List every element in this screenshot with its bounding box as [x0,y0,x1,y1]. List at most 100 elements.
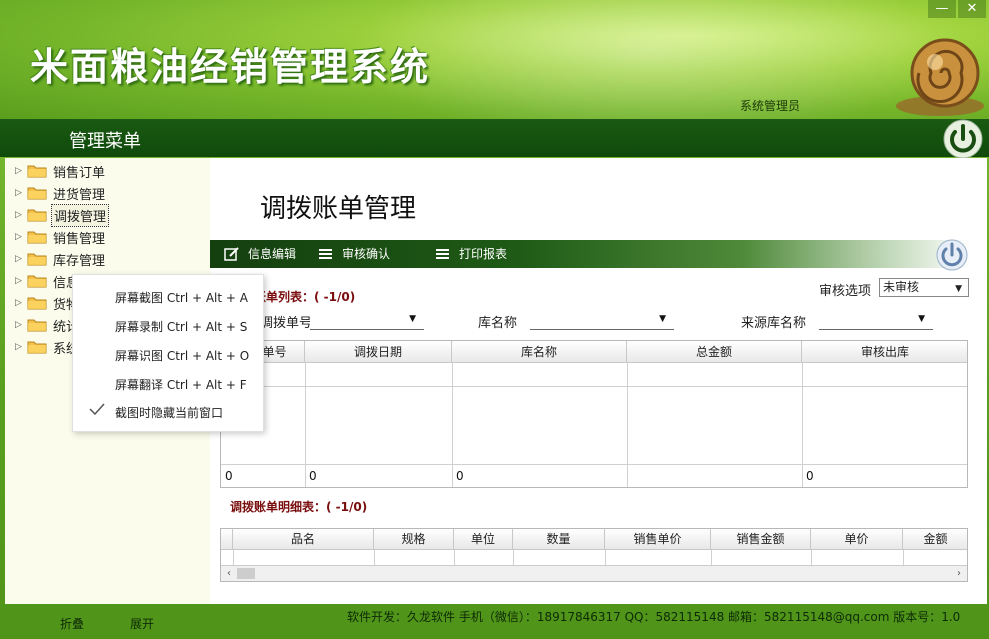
row-header-cell [221,529,233,550]
folder-icon [27,231,47,244]
print-report-button[interactable]: 打印报表 [435,245,507,262]
menu-title: 管理菜单 [69,131,141,152]
column-header[interactable]: 金额 [903,529,968,550]
column-header[interactable]: 审核出库 [802,341,968,363]
page-title: 调拨账单管理 [260,194,417,224]
audit-confirm-button[interactable]: 审核确认 [318,245,390,262]
expand-arrow-icon[interactable]: ▷ [15,166,27,176]
collapse-button[interactable]: 折叠 [60,615,84,632]
tree-item-sales[interactable]: ▷ 销售管理 [15,226,107,248]
column-divider [454,550,455,565]
store-label: 库名称 [478,316,518,331]
column-divider [374,550,375,565]
menu-item-screen-ocr[interactable]: 屏幕识图 Ctrl + Alt + O [115,347,249,364]
bill-list-grid[interactable]: 调拨单号 调拨日期 库名称 总金额 审核出库 0 0 0 0 [220,340,968,488]
source-store-label: 来源库名称 [741,316,807,331]
column-divider [452,363,453,487]
folder-icon [27,319,47,332]
context-menu: 屏幕截图 Ctrl + Alt + A 屏幕录制 Ctrl + Alt + S … [72,274,264,432]
column-header[interactable]: 调拨日期 [305,341,452,363]
tree-item-inventory[interactable]: ▷ 库存管理 [15,248,107,270]
folder-icon [27,341,47,354]
menu-item-hide-window[interactable]: 截图时隐藏当前窗口 [115,404,223,421]
horizontal-scrollbar[interactable]: ‹ › [221,565,967,581]
chevron-down-icon: ▼ [918,314,925,324]
menu-item-screen-record[interactable]: 屏幕录制 Ctrl + Alt + S [115,318,247,335]
current-user: 系统管理员 [740,99,801,113]
expand-arrow-icon[interactable]: ▷ [15,210,27,220]
column-divider [233,550,234,565]
menu-item-screen-translate[interactable]: 屏幕翻译 Ctrl + Alt + F [115,376,247,393]
folder-icon [27,187,47,200]
expand-arrow-icon[interactable]: ▷ [15,254,27,264]
column-header[interactable]: 总金额 [627,341,802,363]
tree-item-sales-order[interactable]: ▷ 销售订单 [15,160,107,182]
tree-item-purchase[interactable]: ▷ 进货管理 [15,182,107,204]
audit-option-label: 审核选项 [819,284,872,299]
chevron-down-icon: ▼ [409,314,416,324]
footer-cell: 0 [225,469,233,483]
bill-detail-grid[interactable]: 品名 规格 单位 数量 销售单价 销售金额 单价 金额 ‹ › [220,528,968,582]
audit-confirm-label: 审核确认 [342,247,391,261]
main-panel: 调拨账单管理 信息编辑 审核确认 打印报表 调拨账单列表：( -1/0) 审核选… [210,158,987,604]
column-divider [305,363,306,487]
tree-item-label: 进货管理 [53,187,106,203]
bill-detail-label: 调拨账单明细表：( -1/0) [230,500,368,514]
store-combo[interactable]: ▼ [530,310,674,330]
expand-button[interactable]: 展开 [130,615,154,632]
column-header[interactable]: 销售金额 [711,529,811,550]
source-store-combo[interactable]: ▼ [819,310,933,330]
expand-arrow-icon[interactable]: ▷ [15,188,27,198]
chevron-down-icon: ▼ [955,284,962,294]
snail-logo-icon [896,38,984,116]
menu-lines-icon [436,248,449,259]
scroll-left-icon[interactable]: ‹ [221,566,237,581]
grid-header: 品名 规格 单位 数量 销售单价 销售金额 单价 金额 [221,529,967,550]
minimize-button[interactable]: — [928,0,956,18]
edit-icon [224,246,239,261]
column-divider [802,363,803,487]
column-header[interactable]: 规格 [374,529,454,550]
tree-item-label: 库存管理 [53,253,106,269]
menu-bar: 管理菜单 [0,119,989,157]
close-button[interactable]: ✕ [958,0,986,18]
column-divider [711,550,712,565]
toolbar: 信息编辑 审核确认 打印报表 [210,240,972,268]
expand-arrow-icon[interactable]: ▷ [15,232,27,242]
column-divider [605,550,606,565]
folder-icon [27,275,47,288]
menu-item-screenshot[interactable]: 屏幕截图 Ctrl + Alt + A [115,289,248,306]
footer-cell: 0 [309,469,317,483]
audit-option-value: 未审核 [883,280,920,294]
chevron-down-icon: ▼ [659,314,666,324]
menu-lines-icon [319,248,332,259]
scroll-right-icon[interactable]: › [951,566,967,581]
footer-cell: 0 [806,469,814,483]
power-icon[interactable] [942,118,984,160]
folder-icon [27,297,47,310]
column-header[interactable]: 单价 [811,529,903,550]
expand-arrow-icon[interactable]: ▷ [15,342,27,352]
folder-icon [27,165,47,178]
column-header[interactable]: 库名称 [452,341,627,363]
tree-item-transfer[interactable]: ▷ 调拨管理 [15,203,110,227]
column-divider [627,363,628,487]
scroll-thumb[interactable] [237,568,255,579]
expand-arrow-icon[interactable]: ▷ [15,298,27,308]
expand-arrow-icon[interactable]: ▷ [15,276,27,286]
expand-arrow-icon[interactable]: ▷ [15,320,27,330]
column-header[interactable]: 销售单价 [605,529,711,550]
column-header[interactable]: 单位 [454,529,513,550]
tree-item-label: 销售管理 [53,231,106,247]
column-divider [903,550,904,565]
column-header[interactable]: 品名 [233,529,374,550]
bill-no-label: 调拨单号 [260,316,313,331]
audit-option-select[interactable]: 未审核 ▼ [879,278,969,297]
power-icon[interactable] [935,238,969,272]
bill-no-combo[interactable]: ▼ [310,310,424,330]
grid-header: 调拨单号 调拨日期 库名称 总金额 审核出库 [221,341,967,363]
column-header[interactable]: 数量 [513,529,605,550]
column-divider [811,550,812,565]
tree-item-label: 销售订单 [53,165,106,181]
edit-info-button[interactable]: 信息编辑 [224,245,296,262]
